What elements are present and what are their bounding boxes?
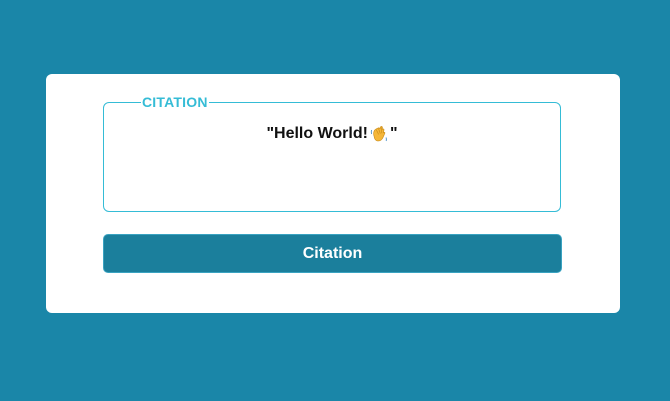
citation-legend: CITATION <box>141 93 209 111</box>
citation-fieldset: CITATION "Hello World! " <box>103 93 561 212</box>
citation-card: CITATION "Hello World! " Citation <box>46 74 620 313</box>
waving-hand-icon <box>369 124 389 144</box>
quote-close: " <box>389 125 398 142</box>
citation-quote: "Hello World! " <box>104 123 560 145</box>
citation-button[interactable]: Citation <box>103 234 562 273</box>
quote-text: "Hello World! <box>266 125 368 142</box>
